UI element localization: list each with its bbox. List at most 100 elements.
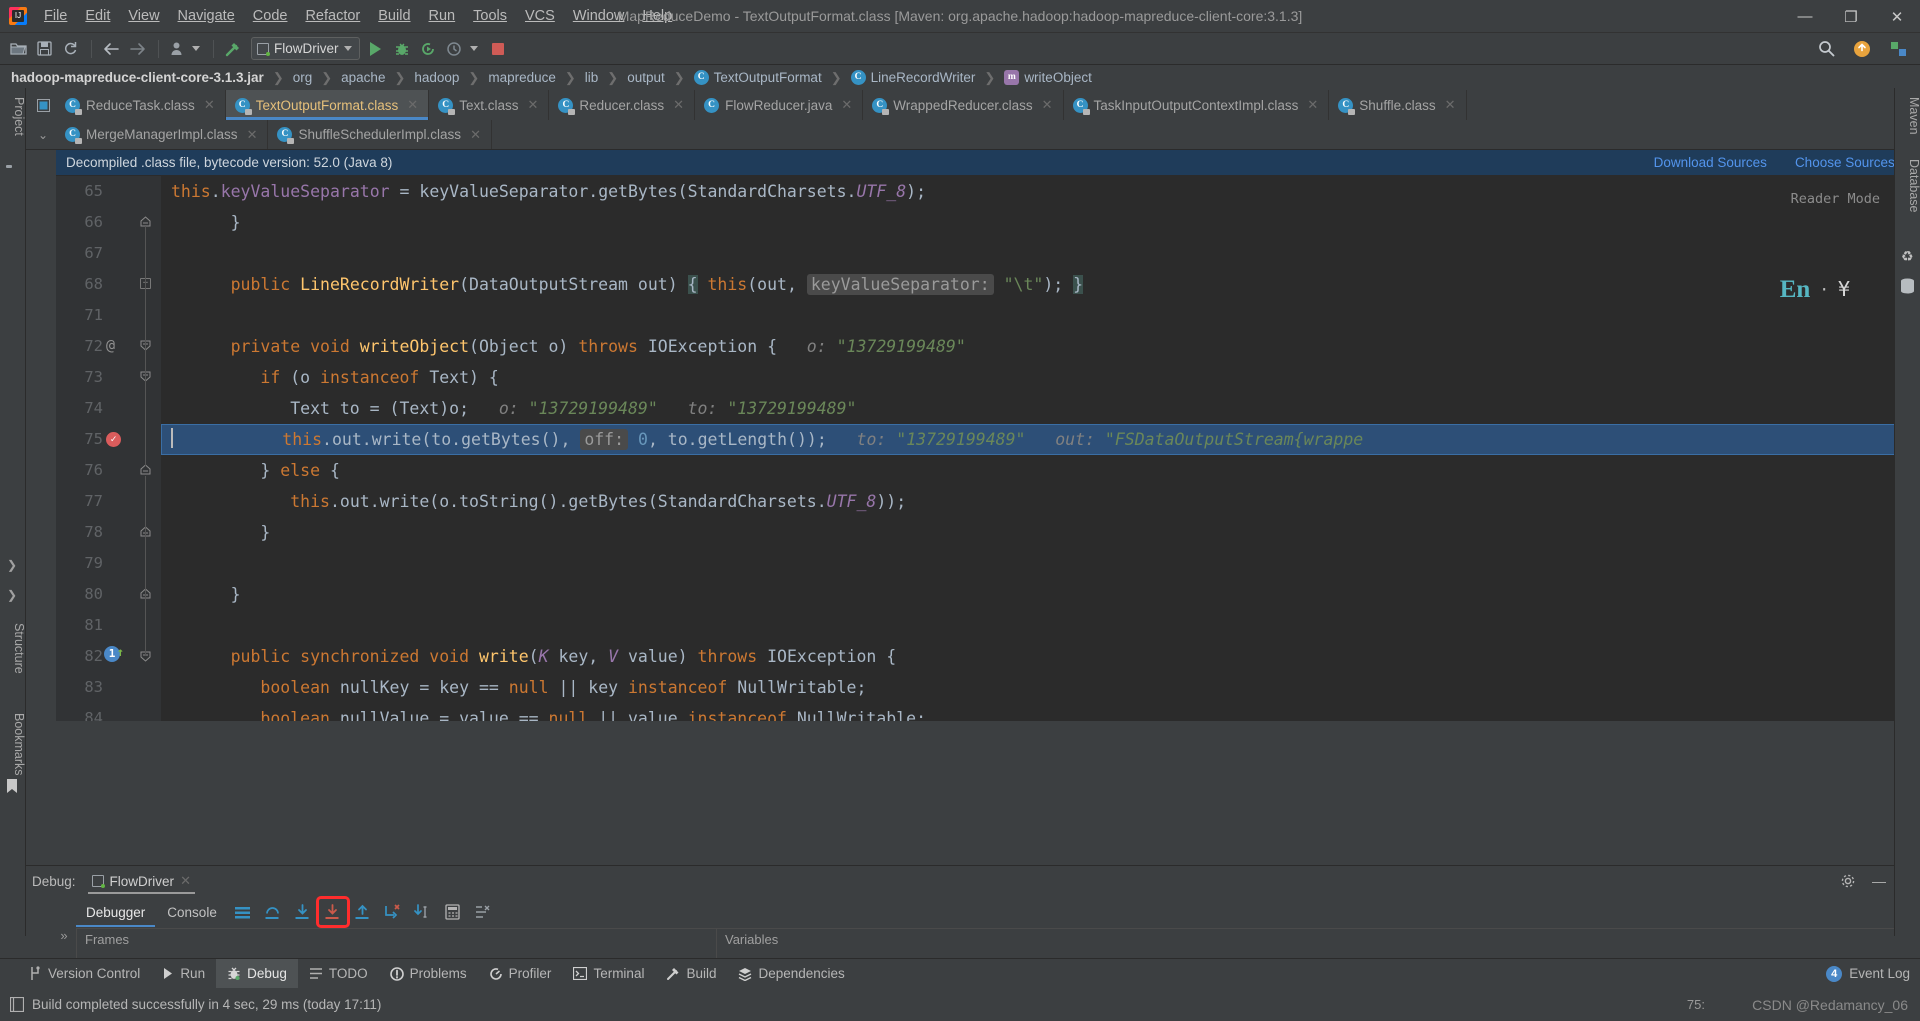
bottom-item-todo[interactable]: TODO bbox=[298, 959, 379, 989]
menu-help[interactable]: Help bbox=[633, 4, 681, 28]
tab-close-icon[interactable]: ✕ bbox=[470, 127, 481, 143]
step-out-icon[interactable] bbox=[349, 899, 377, 925]
menu-refactor[interactable]: Refactor bbox=[296, 4, 369, 28]
sync-icon[interactable] bbox=[58, 37, 82, 61]
sidebar-item-structure[interactable]: Structure bbox=[0, 618, 26, 679]
forward-arrow-icon[interactable] bbox=[125, 37, 149, 61]
tab-console[interactable]: Console bbox=[157, 897, 227, 927]
tab-shuffle-class[interactable]: C Shuffle.class ✕ bbox=[1329, 90, 1467, 120]
code-line-75-execution-point[interactable]: this.out.write(to.getBytes(), off: 0, to… bbox=[161, 424, 1920, 455]
breadcrumb-item-apache[interactable]: apache bbox=[339, 70, 387, 85]
tab-close-icon[interactable]: ✕ bbox=[673, 97, 684, 113]
tab-debugger[interactable]: Debugger bbox=[76, 897, 156, 927]
reader-mode-label[interactable]: Reader Mode bbox=[1791, 184, 1880, 215]
tab-text-class[interactable]: C Text.class ✕ bbox=[429, 90, 550, 120]
run-configuration-selector[interactable]: FlowDriver bbox=[251, 37, 360, 60]
menu-code[interactable]: Code bbox=[244, 4, 297, 28]
menu-file[interactable]: File bbox=[35, 4, 76, 28]
debug-icon[interactable] bbox=[390, 37, 414, 61]
breadcrumb-item-textoutputformat[interactable]: C TextOutputFormat bbox=[692, 70, 824, 85]
tab-close-icon[interactable]: ✕ bbox=[1307, 97, 1318, 113]
close-button[interactable]: ✕ bbox=[1874, 0, 1920, 33]
gear-icon[interactable] bbox=[1840, 873, 1856, 889]
bottom-item-version-control[interactable]: Version Control bbox=[18, 959, 151, 989]
bottom-item-run[interactable]: Run bbox=[151, 959, 216, 989]
breadcrumb-item-output[interactable]: output bbox=[625, 70, 667, 85]
profile-dropdown-caret-icon[interactable] bbox=[192, 46, 200, 51]
event-log-group[interactable]: 4 Event Log bbox=[1826, 965, 1910, 982]
choose-sources-link[interactable]: Choose Sources... bbox=[1795, 155, 1906, 170]
updates-icon[interactable] bbox=[1850, 37, 1874, 61]
tab-close-icon[interactable]: ✕ bbox=[204, 97, 215, 113]
bottom-item-profiler[interactable]: Profiler bbox=[478, 959, 563, 989]
code-line-77[interactable]: this.out.write(o.toString().getBytes(Sta… bbox=[161, 486, 1920, 517]
tab-flowreducer-java[interactable]: C FlowReducer.java ✕ bbox=[695, 90, 864, 120]
frames-column[interactable]: Frames bbox=[76, 928, 716, 958]
evaluate-expression-icon[interactable] bbox=[439, 899, 467, 925]
tab-textoutputformat-class[interactable]: C TextOutputFormat.class ✕ bbox=[225, 90, 430, 120]
breadcrumb-item-hadoop[interactable]: hadoop bbox=[412, 70, 461, 85]
plugin-update-icon[interactable] bbox=[1886, 37, 1910, 61]
tab-reducetask-class[interactable]: C ReduceTask.class ✕ bbox=[56, 90, 226, 120]
build-hammer-icon[interactable] bbox=[221, 37, 245, 61]
code-line-76[interactable]: } else { bbox=[161, 455, 1920, 486]
database-cylinder-icon[interactable] bbox=[1900, 278, 1915, 294]
code-line-68[interactable]: public LineRecordWriter(DataOutputStream… bbox=[161, 269, 1920, 300]
step-over-icon[interactable] bbox=[259, 899, 287, 925]
code-line-80[interactable]: } bbox=[161, 579, 1920, 610]
tab-close-icon[interactable]: ✕ bbox=[247, 127, 258, 143]
menu-vcs[interactable]: VCS bbox=[516, 4, 564, 28]
debug-session-tab[interactable]: FlowDriver ✕ bbox=[84, 867, 199, 895]
bookmark-icon[interactable] bbox=[6, 778, 18, 794]
run-with-coverage-icon[interactable] bbox=[416, 37, 440, 61]
code-line-81[interactable] bbox=[161, 610, 1920, 641]
sidebar-item-bookmarks[interactable]: Bookmarks bbox=[0, 708, 26, 781]
code-line-78[interactable]: } bbox=[161, 517, 1920, 548]
tab-project-toggle-icon[interactable] bbox=[30, 90, 56, 120]
bottom-item-dependencies[interactable]: Dependencies bbox=[727, 959, 855, 989]
code-text-area[interactable]: this.keyValueSeparator = keyValueSeparat… bbox=[161, 176, 1920, 721]
tab-close-icon[interactable]: ✕ bbox=[841, 97, 852, 113]
drop-frame-icon[interactable] bbox=[379, 899, 407, 925]
tab-close-icon[interactable]: ✕ bbox=[1042, 97, 1053, 113]
breadcrumb-item-jar[interactable]: hadoop-mapreduce-client-core-3.1.3.jar bbox=[9, 70, 266, 85]
sidebar-item-project[interactable]: Project bbox=[0, 92, 26, 141]
code-line-74[interactable]: Text to = (Text)o; o: "13729199489" to: … bbox=[161, 393, 1920, 424]
code-line-71[interactable] bbox=[161, 300, 1920, 331]
breadcrumb-item-org[interactable]: org bbox=[291, 70, 315, 85]
menu-window[interactable]: Window bbox=[564, 4, 634, 28]
profile-icon[interactable] bbox=[166, 37, 190, 61]
breadcrumb-item-mapreduce[interactable]: mapreduce bbox=[486, 70, 558, 85]
expand-chevron-icon[interactable]: ❯ bbox=[7, 558, 17, 572]
minimize-button[interactable]: — bbox=[1782, 0, 1828, 33]
sidebar-item-maven[interactable]: Maven bbox=[1895, 92, 1920, 140]
tab-close-icon[interactable]: ✕ bbox=[407, 97, 418, 113]
step-into-icon[interactable] bbox=[289, 899, 317, 925]
code-line-79[interactable] bbox=[161, 548, 1920, 579]
search-icon[interactable] bbox=[1814, 37, 1838, 61]
menu-tools[interactable]: Tools bbox=[464, 4, 516, 28]
breadcrumb-item-lib[interactable]: lib bbox=[583, 70, 601, 85]
variables-column[interactable]: Variables bbox=[716, 928, 1894, 958]
stop-icon[interactable] bbox=[486, 37, 510, 61]
tab-collapse-icon[interactable]: ⌄ bbox=[30, 120, 56, 149]
breadcrumb-item-writeobject[interactable]: m writeObject bbox=[1002, 70, 1094, 85]
force-step-into-icon[interactable] bbox=[315, 896, 350, 928]
breadcrumb-item-linerecordwriter[interactable]: C LineRecordWriter bbox=[849, 70, 978, 85]
bottom-item-debug[interactable]: Debug bbox=[216, 958, 298, 989]
menu-view[interactable]: View bbox=[119, 4, 168, 28]
code-folding-column[interactable]: + bbox=[140, 176, 154, 721]
tab-mergemanagerimpl-class[interactable]: C MergeManagerImpl.class ✕ bbox=[56, 120, 269, 149]
caret-position[interactable]: 75: bbox=[1687, 997, 1705, 1012]
mute-breakpoints-icon[interactable] bbox=[469, 899, 497, 925]
save-all-icon[interactable] bbox=[32, 37, 56, 61]
tab-reducer-class[interactable]: C Reducer.class ✕ bbox=[549, 90, 696, 120]
debug-session-close-icon[interactable]: ✕ bbox=[180, 873, 191, 889]
tab-wrappedreducer-class[interactable]: C WrappedReducer.class ✕ bbox=[863, 90, 1064, 120]
menu-navigate[interactable]: Navigate bbox=[169, 4, 244, 28]
code-line-72[interactable]: private void writeObject(Object o) throw… bbox=[161, 331, 1920, 362]
method-override-icon[interactable]: 1 ↑ bbox=[104, 645, 124, 662]
download-sources-link[interactable]: Download Sources bbox=[1654, 155, 1767, 170]
notifications-icon[interactable]: ♻ bbox=[1901, 248, 1914, 265]
bottom-item-problems[interactable]: Problems bbox=[379, 959, 478, 989]
